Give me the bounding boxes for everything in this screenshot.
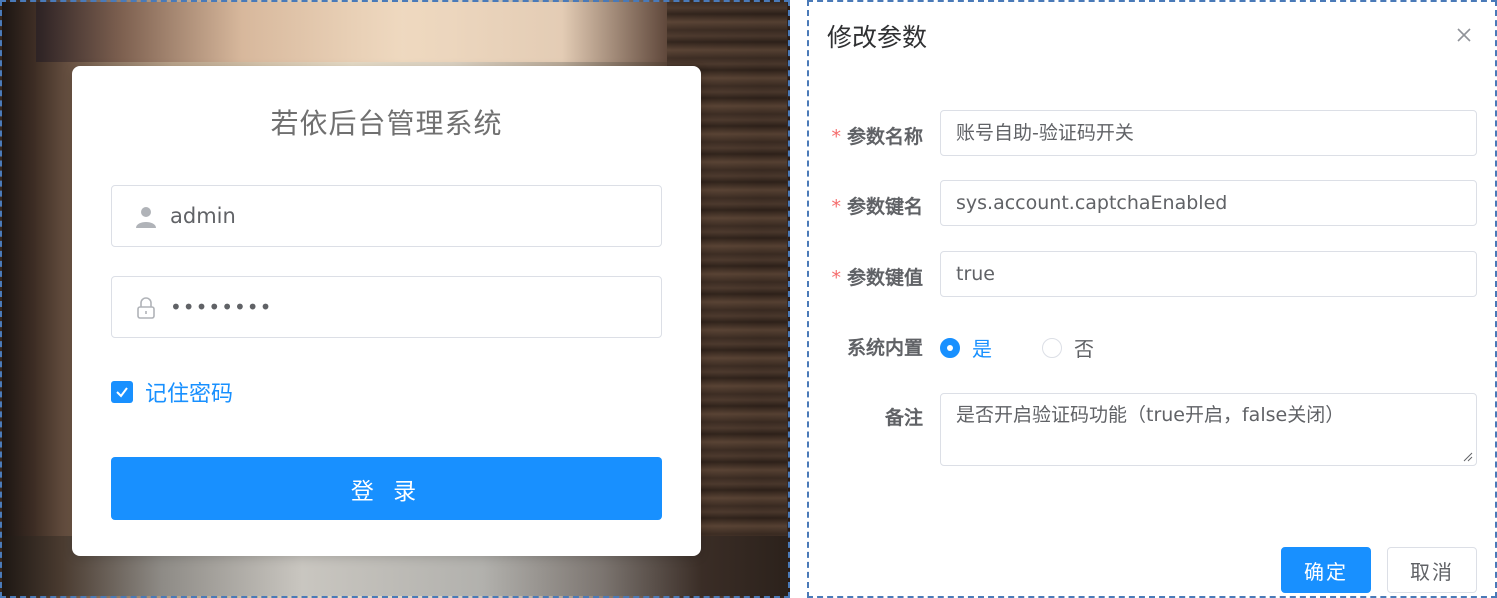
param-name-label: * 参数名称 [831,126,923,148]
resize-handle-icon[interactable] [1463,452,1473,462]
param-name-input[interactable]: 账号自助-验证码开关 [940,110,1477,156]
remember-checkbox[interactable] [111,381,133,403]
username-field[interactable]: admin [111,185,662,247]
radio-yes-dot[interactable] [940,337,960,358]
param-key-label: * 参数键名 [831,196,923,218]
param-key-input[interactable]: sys.account.captchaEnabled [940,180,1477,226]
password-value: •••••••• [170,295,273,319]
param-value-label: * 参数键值 [831,267,923,289]
edit-parameter-dialog: 修改参数 * 参数名称 账号自助-验证码开关 * 参数键名 sys.account.… [807,0,1497,598]
password-field[interactable]: •••••••• [111,276,662,338]
user-icon [136,207,156,228]
remember-label[interactable]: 记住密码 [145,376,233,408]
required-mark: * [831,196,841,218]
param-value-input[interactable]: true [940,251,1477,297]
lock-icon [137,297,155,319]
dialog-title: 修改参数 [827,23,928,52]
confirm-button[interactable]: 确定 [1281,547,1371,593]
required-mark: * [831,267,841,289]
builtin-radio-group: 是 否 [940,333,1144,362]
cancel-button[interactable]: 取消 [1387,547,1477,593]
remark-value: 是否开启验证码功能（true开启，false关闭） [956,404,1345,426]
remember-password[interactable]: 记住密码 [111,376,233,408]
radio-no-dot[interactable] [1042,337,1062,358]
builtin-label: 系统内置 [846,337,923,359]
radio-yes-label[interactable]: 是 [972,333,992,362]
checkmark-icon [116,387,128,398]
radio-no-label[interactable]: 否 [1074,333,1094,362]
login-screen: 若依后台管理系统 admin •••••••• 记住密码 登 录 [0,0,790,598]
username-value: admin [170,204,236,228]
required-mark: * [831,126,841,148]
remark-textarea[interactable]: 是否开启验证码功能（true开启，false关闭） [940,393,1477,466]
radio-no[interactable]: 否 [1042,333,1094,362]
login-button[interactable]: 登 录 [111,457,662,520]
remark-label: 备注 [884,407,923,429]
login-title: 若依后台管理系统 [270,107,503,140]
background-door-edge [2,2,36,596]
login-form: 若依后台管理系统 admin •••••••• 记住密码 登 录 [72,66,701,556]
radio-yes[interactable]: 是 [940,333,992,362]
close-icon[interactable] [1453,24,1475,46]
